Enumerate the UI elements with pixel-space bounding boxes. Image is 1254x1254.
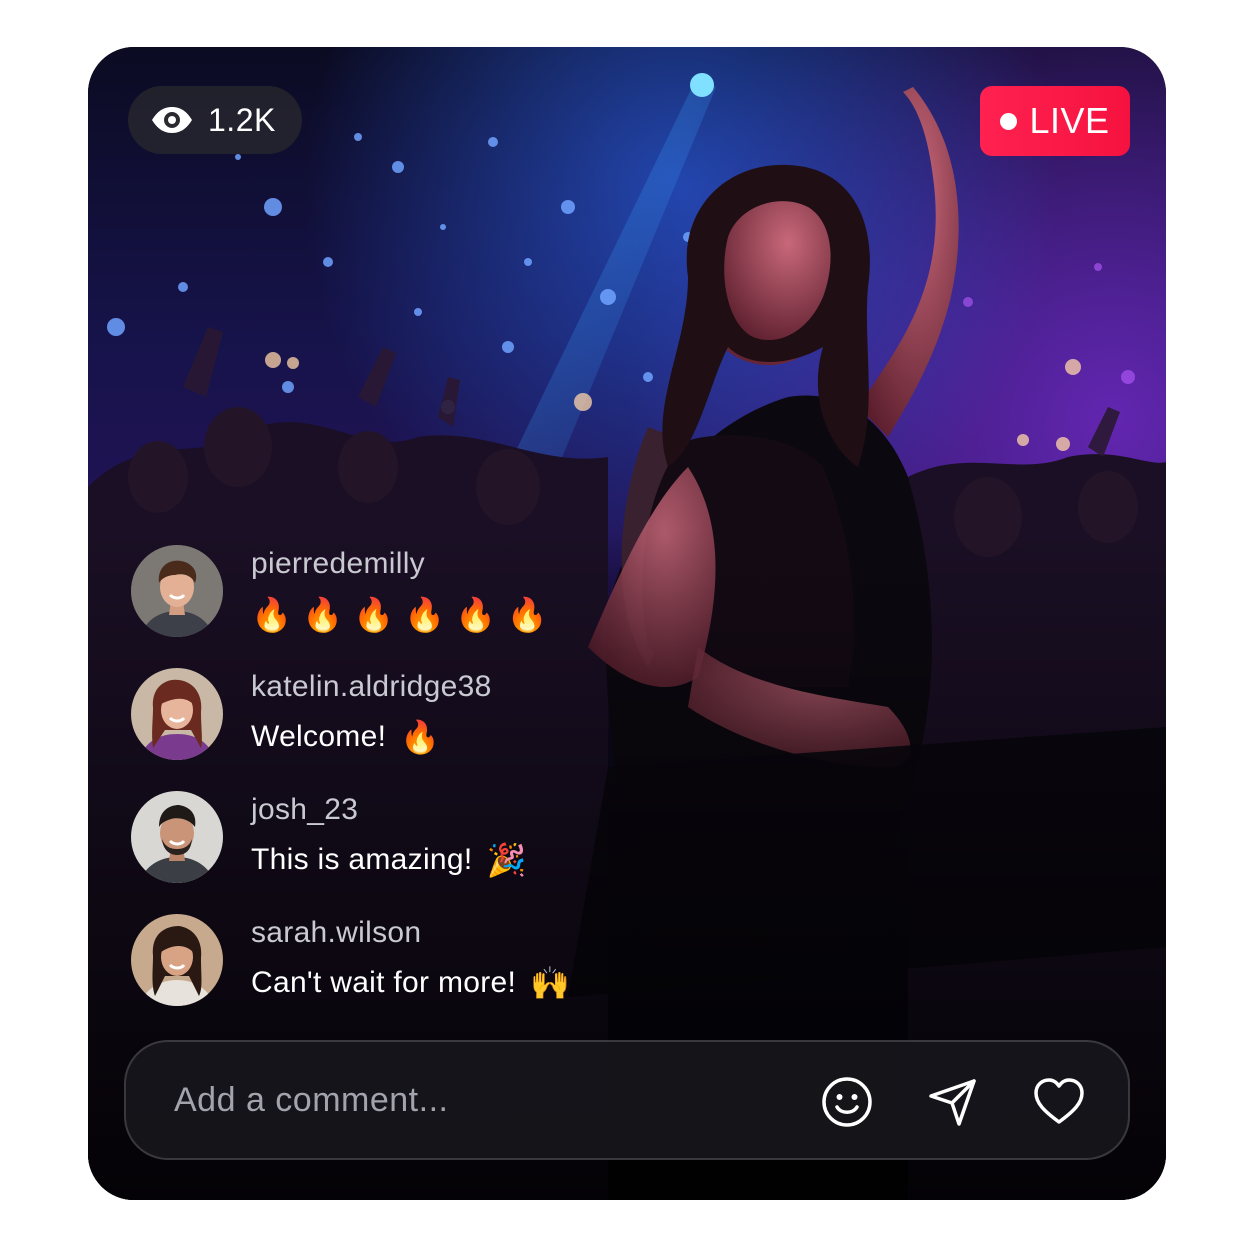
viewer-count-badge: 1.2K bbox=[128, 86, 302, 154]
comment-username[interactable]: katelin.aldridge38 bbox=[251, 670, 492, 704]
comment-input[interactable] bbox=[174, 1072, 774, 1128]
comment-text: 🔥🔥🔥🔥🔥🔥 bbox=[251, 595, 558, 635]
comment-username[interactable]: sarah.wilson bbox=[251, 916, 421, 950]
comment-item: sarah.wilson Can't wait for more! 🙌 bbox=[131, 914, 691, 1006]
party-popper-emoji-icon: 🎉 bbox=[486, 841, 527, 879]
live-label: LIVE bbox=[1029, 100, 1110, 141]
comment-text: This is amazing! 🎉 bbox=[251, 841, 527, 879]
comment-item: katelin.aldridge38 Welcome! 🔥 bbox=[131, 668, 691, 760]
avatar[interactable] bbox=[131, 791, 223, 883]
comment-composer bbox=[124, 1040, 1130, 1160]
comment-text: Can't wait for more! 🙌 bbox=[251, 964, 570, 1002]
paper-plane-icon[interactable] bbox=[926, 1075, 980, 1129]
comment-message: Welcome! bbox=[251, 720, 387, 753]
fire-emoji-icon: 🔥🔥🔥🔥🔥🔥 bbox=[251, 595, 558, 634]
fire-emoji-icon: 🔥 bbox=[400, 718, 441, 756]
comment-message: This is amazing! bbox=[251, 843, 473, 876]
avatar[interactable] bbox=[131, 545, 223, 637]
comment-username[interactable]: josh_23 bbox=[251, 793, 358, 827]
eye-icon bbox=[150, 105, 194, 135]
smiley-icon[interactable] bbox=[820, 1075, 874, 1129]
raising-hands-emoji-icon: 🙌 bbox=[530, 964, 571, 1002]
live-badge: LIVE bbox=[980, 86, 1130, 156]
live-stream-card: 1.2K LIVE pierredemilly 🔥🔥🔥🔥🔥🔥 katelin.a… bbox=[88, 47, 1166, 1200]
avatar[interactable] bbox=[131, 914, 223, 1006]
comment-username[interactable]: pierredemilly bbox=[251, 547, 425, 581]
comment-item: pierredemilly 🔥🔥🔥🔥🔥🔥 bbox=[131, 545, 691, 637]
comment-item: josh_23 This is amazing! 🎉 bbox=[131, 791, 691, 883]
comment-text: Welcome! 🔥 bbox=[251, 718, 440, 756]
live-dot-icon bbox=[1000, 112, 1018, 130]
comment-message: Can't wait for more! bbox=[251, 966, 517, 999]
viewer-count: 1.2K bbox=[208, 101, 276, 138]
heart-icon[interactable] bbox=[1032, 1075, 1086, 1129]
avatar[interactable] bbox=[131, 668, 223, 760]
